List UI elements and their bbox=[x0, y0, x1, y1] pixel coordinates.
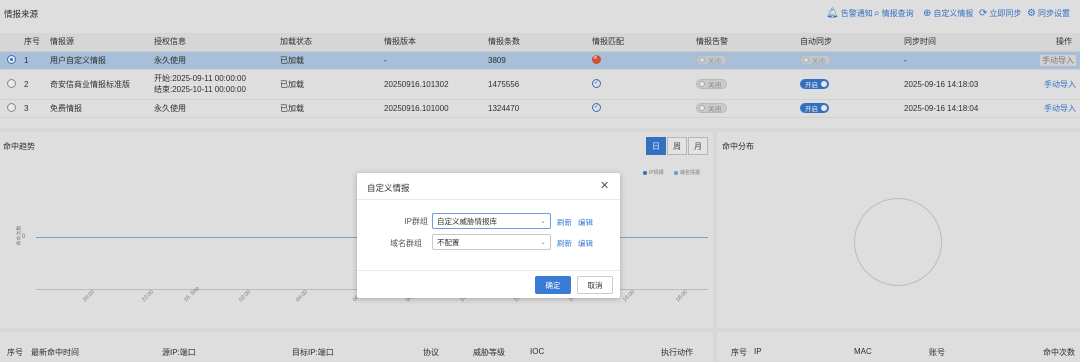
domain-group-refresh-link[interactable]: 刷新 bbox=[557, 238, 572, 249]
domain-group-label: 域名群组 bbox=[390, 239, 422, 248]
domain-group-edit-link[interactable]: 编辑 bbox=[578, 238, 593, 249]
ip-group-refresh-link[interactable]: 刷新 bbox=[557, 217, 572, 228]
cancel-button[interactable]: 取消 bbox=[577, 276, 613, 294]
ip-group-edit-link[interactable]: 编辑 bbox=[578, 217, 593, 228]
ip-group-value: 自定义威胁情报库 bbox=[437, 216, 497, 226]
divider bbox=[357, 270, 620, 271]
close-icon[interactable]: ✕ bbox=[600, 179, 609, 192]
domain-group-value: 不配置 bbox=[437, 237, 460, 247]
ip-group-select[interactable]: 自定义威胁情报库 ⌄ bbox=[432, 213, 551, 229]
chevron-down-icon: ⌄ bbox=[540, 218, 546, 225]
custom-intel-dialog: 自定义情报 ✕ IP群组 自定义威胁情报库 ⌄ 刷新 编辑 域名群组 不配置 ⌄… bbox=[357, 173, 620, 298]
chevron-down-icon: ⌄ bbox=[540, 239, 546, 246]
divider bbox=[357, 199, 620, 200]
domain-group-select[interactable]: 不配置 ⌄ bbox=[432, 234, 551, 250]
dialog-title: 自定义情报 bbox=[367, 183, 410, 193]
confirm-button[interactable]: 确定 bbox=[535, 276, 571, 294]
ip-group-label: IP群组 bbox=[404, 217, 428, 226]
